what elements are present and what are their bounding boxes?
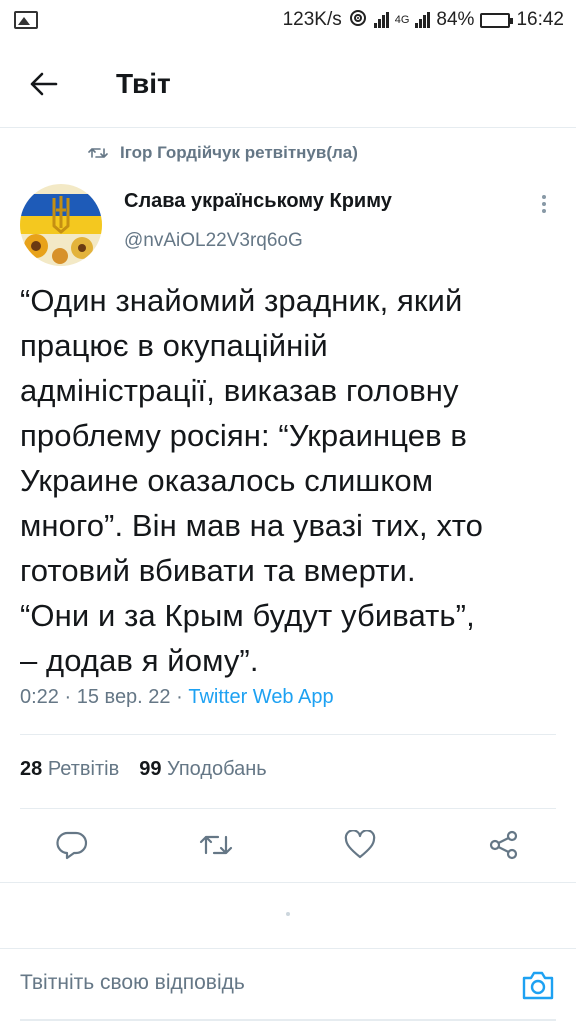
more-dot-icon <box>542 202 546 206</box>
signal-icon <box>373 12 389 28</box>
network-speed: 123K/s <box>282 9 342 30</box>
retweet-context[interactable]: Ігор Гордійчук ретвітнув(ла) <box>88 143 358 163</box>
status-bar: 123K/s 4G 84% 16:42 <box>0 0 576 40</box>
arrow-left-icon <box>30 72 58 95</box>
divider <box>0 882 576 883</box>
clock: 16:42 <box>516 9 564 30</box>
avatar[interactable] <box>20 184 102 266</box>
gallery-notification-icon <box>14 11 38 29</box>
tweet-text-line: готовий вбивати та вмерти. <box>20 553 416 588</box>
reply-underline <box>20 1019 556 1021</box>
back-button[interactable] <box>14 54 74 114</box>
retweets-label: Ретвітів <box>47 758 120 780</box>
signal-2-icon <box>415 12 431 28</box>
reply-bar: Твітніть свою відповідь <box>0 948 576 1024</box>
tweet-time: 0:22 <box>20 686 59 708</box>
tweet-text-line: Украине оказалось слишком <box>20 463 434 498</box>
tweet-text-line: “Один знайомий зрадник, який <box>20 283 463 318</box>
more-dot-icon <box>542 209 546 213</box>
status-right: 123K/s 4G 84% 16:42 <box>283 8 564 32</box>
meta-separator: · <box>176 686 183 708</box>
reply-icon <box>56 831 88 860</box>
tweet-meta: 0:22 · 15 вер. 22 · Twitter Web App <box>20 686 334 709</box>
share-button[interactable] <box>480 821 528 869</box>
retweet-button[interactable] <box>192 821 240 869</box>
battery-icon <box>480 12 514 28</box>
wifi-icon <box>348 8 368 32</box>
app-header: Твіт <box>0 40 576 128</box>
more-options-button[interactable] <box>530 190 558 218</box>
divider <box>20 734 556 735</box>
reply-input[interactable]: Твітніть свою відповідь <box>20 971 245 995</box>
meta-separator: · <box>64 686 72 708</box>
retweets-count: 28 <box>20 758 43 780</box>
retweet-context-text: Ігор Гордійчук ретвітнув(ла) <box>120 143 358 162</box>
tweet-source-link[interactable]: Twitter Web App <box>188 686 333 708</box>
heart-icon <box>344 830 376 859</box>
retweets-stat[interactable]: 28 Ретвітів <box>20 758 119 781</box>
camera-button[interactable] <box>518 965 558 1005</box>
page-title: Твіт <box>116 67 171 99</box>
battery-percent: 84% <box>436 9 475 30</box>
network-type: 4G <box>394 14 410 26</box>
author-name[interactable]: Слава українському Криму <box>124 190 392 213</box>
avatar-image <box>20 184 102 266</box>
more-dot-icon <box>542 195 546 199</box>
tweet-actions <box>0 815 576 875</box>
status-left <box>14 11 38 29</box>
tweet-date: 15 вер. 22 <box>76 686 171 708</box>
tweet-text-line: много”. Він мав на увазі тих, хто <box>20 508 484 543</box>
likes-count: 99 <box>139 758 162 780</box>
share-icon <box>489 830 518 860</box>
camera-icon <box>522 971 554 1000</box>
loading-dot <box>286 912 290 916</box>
like-button[interactable] <box>336 821 384 869</box>
tweet-text-line: “Они и за Крым будут убивать”, <box>20 598 475 633</box>
tweet-text-line: – додав я йому”. <box>20 643 259 678</box>
tweet-text-line: проблему росіян: “Украинцев в <box>20 418 467 453</box>
reply-button[interactable] <box>48 821 96 869</box>
likes-stat[interactable]: 99 Уподобань <box>139 758 267 781</box>
tweet-text-line: працює в окупаційній <box>20 328 328 363</box>
author-handle[interactable]: @nvAiOL22V3rq6oG <box>124 230 303 252</box>
divider <box>20 808 556 809</box>
tweet-stats: 28 Ретвітів 99 Уподобань <box>20 758 267 781</box>
retweet-icon <box>199 835 233 855</box>
retweet-small-icon <box>88 148 108 158</box>
tweet-text: “Один знайомий зрадник, який працює в ок… <box>20 278 560 683</box>
likes-label: Уподобань <box>167 758 267 780</box>
tweet-text-line: адміністрації, виказав головну <box>20 373 459 408</box>
